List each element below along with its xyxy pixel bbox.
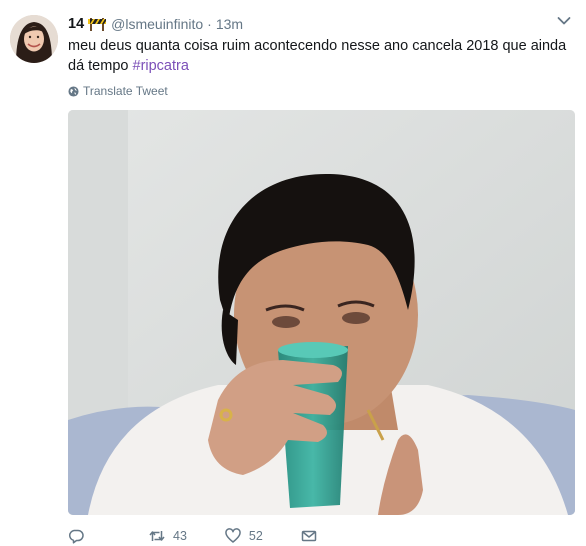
like-button[interactable]: 52	[225, 528, 263, 544]
globe-icon	[68, 85, 79, 97]
construction-sign-icon	[88, 17, 107, 31]
translate-tweet-link[interactable]: Translate Tweet	[68, 83, 168, 99]
tweet-actions: 43 52	[68, 526, 317, 546]
chevron-down-icon[interactable]	[557, 16, 571, 26]
avatar[interactable]	[10, 15, 58, 63]
media-photo	[68, 110, 575, 515]
retweet-count: 43	[173, 529, 187, 543]
tweet-timestamp[interactable]: 13m	[216, 16, 243, 32]
tweet-card: 14 @lsmeuinfinito · 13m meu deus quanta …	[0, 0, 586, 546]
reply-button[interactable]	[68, 528, 84, 544]
envelope-icon	[301, 530, 317, 542]
reply-icon	[68, 529, 84, 544]
direct-message-button[interactable]	[301, 528, 317, 544]
hashtag-link[interactable]: #ripcatra	[133, 58, 189, 74]
tweet-media-image[interactable]	[68, 110, 575, 515]
tweet-text: meu deus quanta coisa ruim acontecendo n…	[68, 37, 573, 76]
tweet-header: 14 @lsmeuinfinito · 13m	[68, 14, 243, 34]
avatar-image	[10, 15, 58, 63]
user-handle[interactable]: @lsmeuinfinito	[111, 16, 203, 32]
retweet-button[interactable]: 43	[149, 528, 187, 544]
retweet-icon	[149, 531, 165, 541]
separator-dot: ·	[207, 16, 212, 32]
display-name[interactable]: 14	[68, 16, 84, 32]
heart-icon	[225, 528, 241, 543]
translate-label: Translate Tweet	[83, 84, 168, 98]
like-count: 52	[248, 529, 263, 543]
